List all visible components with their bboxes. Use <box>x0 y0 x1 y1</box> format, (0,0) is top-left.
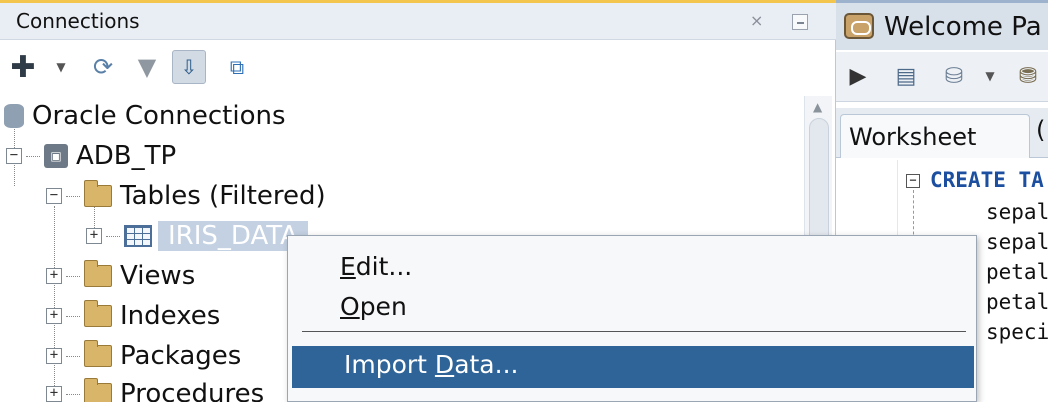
menu-item-edit[interactable]: Edit... <box>288 248 976 288</box>
tab-query-builder[interactable]: ( <box>1036 116 1045 144</box>
expand-node-icon[interactable]: + <box>86 228 102 244</box>
tree-item-connection[interactable]: − ▣ ADB_TP <box>6 136 176 176</box>
menu-item-import-data[interactable]: Import Data... <box>292 346 974 388</box>
connections-panel-header: Connections × <box>0 0 836 40</box>
code-line: CREATE TA <box>930 168 1044 192</box>
panel-title: Connections <box>16 9 140 33</box>
menu-separator <box>302 331 966 332</box>
menu-item-label: dit... <box>355 252 413 281</box>
folder-icon <box>84 300 112 327</box>
menu-item-label: pen <box>359 292 407 321</box>
tree-item-label: Indexes <box>120 301 221 331</box>
chevron-down-icon[interactable]: ▼ <box>982 60 998 92</box>
tree-item-packages[interactable]: + Packages <box>46 336 241 376</box>
expand-node-icon[interactable]: + <box>46 268 62 284</box>
tree-item-label: Views <box>120 261 196 291</box>
fold-icon[interactable]: − <box>906 174 920 188</box>
code-line: petal <box>986 290 1048 314</box>
tree-connector <box>66 355 80 357</box>
menu-item-label: Import <box>344 350 435 379</box>
expand-node-icon[interactable]: + <box>46 308 62 324</box>
connections-toolbar: ✚ ▼ ⟳ ▼ ⇩ ⧉ <box>0 42 836 94</box>
worksheet-toolbar: ▶ ▤ ⛁ ▼ ⛃ <box>836 52 1048 102</box>
filter-icon[interactable]: ▼ <box>130 50 164 84</box>
tree-item-indexes[interactable]: + Indexes <box>46 296 220 336</box>
run-statement-icon[interactable]: ▶ <box>842 60 874 92</box>
tab-welcome-page[interactable]: Welcome Pa <box>836 0 1048 50</box>
code-line: speci <box>986 320 1048 344</box>
worksheet-tabs: Worksheet ( <box>836 108 1048 158</box>
menu-item-label: ata... <box>454 350 519 379</box>
chevron-down-icon[interactable]: ▼ <box>52 50 70 84</box>
tree-item-label: IRIS_DATA <box>158 221 308 251</box>
code-line: sepal <box>986 230 1048 254</box>
tree-connector <box>66 315 80 317</box>
oracle-icon <box>844 13 874 39</box>
menu-item-open[interactable]: Open <box>288 288 976 328</box>
folder-icon <box>84 260 112 287</box>
minimize-icon[interactable] <box>792 14 808 30</box>
tree-item-label: ADB_TP <box>76 141 177 171</box>
add-connection-icon[interactable]: ✚ <box>6 50 40 85</box>
tree-item-oracle-connections[interactable]: Oracle Connections <box>4 96 286 136</box>
menu-item-mnemonic: E <box>340 252 356 281</box>
tree-item-table[interactable]: + IRIS_DATA <box>86 216 308 256</box>
collapse-icon[interactable]: − <box>46 188 62 204</box>
run-script-icon[interactable]: ▤ <box>890 60 922 92</box>
context-menu: Edit... Open Import Data... <box>287 235 977 402</box>
tree-item-tables[interactable]: − Tables (Filtered) <box>46 176 326 216</box>
database-icon <box>4 104 24 128</box>
tree-connector <box>66 393 80 395</box>
rollback-icon[interactable]: ⛃ <box>1012 60 1044 92</box>
menu-item-mnemonic: D <box>434 350 455 379</box>
expand-icon[interactable]: ⧉ <box>220 50 254 84</box>
code-line: petal <box>986 260 1048 284</box>
tree-item-label: Procedures <box>120 379 265 402</box>
expand-node-icon[interactable]: + <box>46 348 62 364</box>
refresh-icon[interactable]: ⟳ <box>86 50 120 84</box>
folder-icon <box>84 378 112 402</box>
close-icon[interactable]: × <box>750 11 763 30</box>
tree-item-label: Oracle Connections <box>32 101 286 131</box>
tree-connector <box>66 195 80 197</box>
commit-icon[interactable]: ⛁ <box>938 60 970 92</box>
menu-item-mnemonic: O <box>340 292 360 321</box>
tree-connector <box>106 235 120 237</box>
expand-node-icon[interactable]: + <box>46 386 62 402</box>
tree-item-label: Tables (Filtered) <box>120 181 326 211</box>
tree-item-views[interactable]: + Views <box>46 256 195 296</box>
folder-icon <box>84 340 112 367</box>
table-icon <box>124 225 152 247</box>
tree-connector <box>26 155 40 157</box>
tree-item-label: Packages <box>120 341 242 371</box>
folder-icon <box>84 180 112 207</box>
code-line: sepal <box>986 200 1048 224</box>
scroll-up-icon[interactable]: ▲ <box>813 100 822 114</box>
collapse-icon[interactable]: − <box>6 148 22 164</box>
tree-connector <box>66 275 80 277</box>
schema-browser-icon[interactable]: ⇩ <box>172 50 206 84</box>
connection-icon: ▣ <box>44 144 68 168</box>
tree-item-procedures[interactable]: + Procedures <box>46 374 264 402</box>
tab-worksheet[interactable]: Worksheet <box>840 114 1030 158</box>
tab-title: Welcome Pa <box>884 12 1042 42</box>
